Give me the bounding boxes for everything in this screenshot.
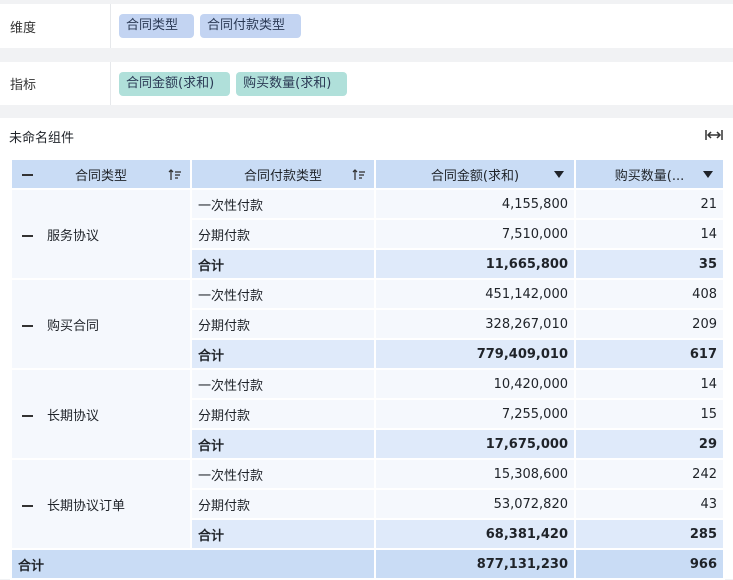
amount-cell: 328,267,010 <box>374 308 576 340</box>
dimension-chip-contract-type[interactable]: 合同类型 <box>119 14 195 38</box>
amount-cell: 4,155,800 <box>374 188 576 220</box>
dimension-bar: 维度 合同类型 合同付款类型 <box>0 4 733 48</box>
payment-type-cell: 一次性付款 <box>190 278 376 310</box>
dropdown-caret-icon[interactable] <box>554 171 564 178</box>
grand-total-row: 合计 877,131,230 966 <box>10 548 725 580</box>
quantity-cell: 209 <box>574 308 725 340</box>
quantity-cell: 43 <box>574 488 725 520</box>
group-cell[interactable]: 长期协议订单 <box>10 458 192 550</box>
dimension-chip-payment-type[interactable]: 合同付款类型 <box>200 14 302 38</box>
quantity-cell: 15 <box>574 398 725 430</box>
indicator-bar: 指标 合同金额(求和) 购买数量(求和) <box>0 62 733 105</box>
sort-icon[interactable] <box>168 168 182 182</box>
subtotal-label: 合计 <box>190 248 376 280</box>
amount-cell: 451,142,000 <box>374 278 576 310</box>
subtotal-label: 合计 <box>190 518 376 550</box>
group-cell[interactable]: 服务协议 <box>10 188 192 280</box>
fit-width-icon[interactable] <box>705 127 723 143</box>
quantity-cell: 21 <box>574 188 725 220</box>
subtotal-quantity: 35 <box>574 248 725 280</box>
payment-type-cell: 分期付款 <box>190 488 376 520</box>
grand-total-quantity: 966 <box>574 548 725 580</box>
dimension-label: 维度 <box>0 4 111 48</box>
header-contract-type[interactable]: 合同类型 <box>10 158 192 190</box>
subtotal-amount: 68,381,420 <box>374 518 576 550</box>
subtotal-amount: 17,675,000 <box>374 428 576 460</box>
widget-title: 未命名组件 <box>9 131 75 146</box>
header-payment-type[interactable]: 合同付款类型 <box>190 158 376 190</box>
table-row: 长期协议订单 一次性付款 15,308,600 242 <box>10 458 725 550</box>
indicator-chip-amount[interactable]: 合同金额(求和) <box>119 71 231 96</box>
amount-cell: 10,420,000 <box>374 368 576 400</box>
payment-type-cell: 分期付款 <box>190 308 376 340</box>
quantity-cell: 408 <box>574 278 725 310</box>
collapse-icon[interactable] <box>22 415 33 417</box>
collapse-all-icon[interactable] <box>22 174 33 176</box>
subtotal-label: 合计 <box>190 428 376 460</box>
subtotal-amount: 11,665,800 <box>374 248 576 280</box>
pivot-table: 合同类型 合同付款类型 合同金额(求和) 购买数量(... 服务协议 一次性付款… <box>10 158 725 580</box>
amount-cell: 15,308,600 <box>374 458 576 490</box>
table-row: 长期协议 一次性付款 10,420,000 14 <box>10 368 725 460</box>
quantity-cell: 242 <box>574 458 725 490</box>
indicator-label: 指标 <box>0 62 111 105</box>
group-cell[interactable]: 长期协议 <box>10 368 192 460</box>
subtotal-label: 合计 <box>190 338 376 370</box>
payment-type-cell: 分期付款 <box>190 398 376 430</box>
quantity-cell: 14 <box>574 368 725 400</box>
payment-type-cell: 一次性付款 <box>190 188 376 220</box>
group-cell[interactable]: 购买合同 <box>10 278 192 370</box>
table-header-row: 合同类型 合同付款类型 合同金额(求和) 购买数量(... <box>10 158 725 190</box>
sort-icon[interactable] <box>352 168 366 182</box>
subtotal-quantity: 285 <box>574 518 725 550</box>
header-quantity[interactable]: 购买数量(... <box>574 158 725 190</box>
collapse-icon[interactable] <box>22 505 33 507</box>
header-amount[interactable]: 合同金额(求和) <box>374 158 576 190</box>
grand-total-amount: 877,131,230 <box>374 548 576 580</box>
amount-cell: 7,255,000 <box>374 398 576 430</box>
collapse-icon[interactable] <box>22 235 33 237</box>
quantity-cell: 14 <box>574 218 725 250</box>
payment-type-cell: 一次性付款 <box>190 368 376 400</box>
grand-total-label: 合计 <box>10 548 376 580</box>
subtotal-quantity: 617 <box>574 338 725 370</box>
table-row: 购买合同 一次性付款 451,142,000 408 <box>10 278 725 370</box>
amount-cell: 53,072,820 <box>374 488 576 520</box>
table-row: 服务协议 一次性付款 4,155,800 21 <box>10 188 725 280</box>
collapse-icon[interactable] <box>22 325 33 327</box>
subtotal-quantity: 29 <box>574 428 725 460</box>
amount-cell: 7,510,000 <box>374 218 576 250</box>
payment-type-cell: 一次性付款 <box>190 458 376 490</box>
pivot-widget: 未命名组件 合同类型 合同付款类型 合同金额(求和) 购买数量(... 服务协议… <box>0 118 733 580</box>
dropdown-caret-icon[interactable] <box>703 171 713 178</box>
payment-type-cell: 分期付款 <box>190 218 376 250</box>
subtotal-amount: 779,409,010 <box>374 338 576 370</box>
indicator-chip-quantity[interactable]: 购买数量(求和) <box>236 71 348 96</box>
